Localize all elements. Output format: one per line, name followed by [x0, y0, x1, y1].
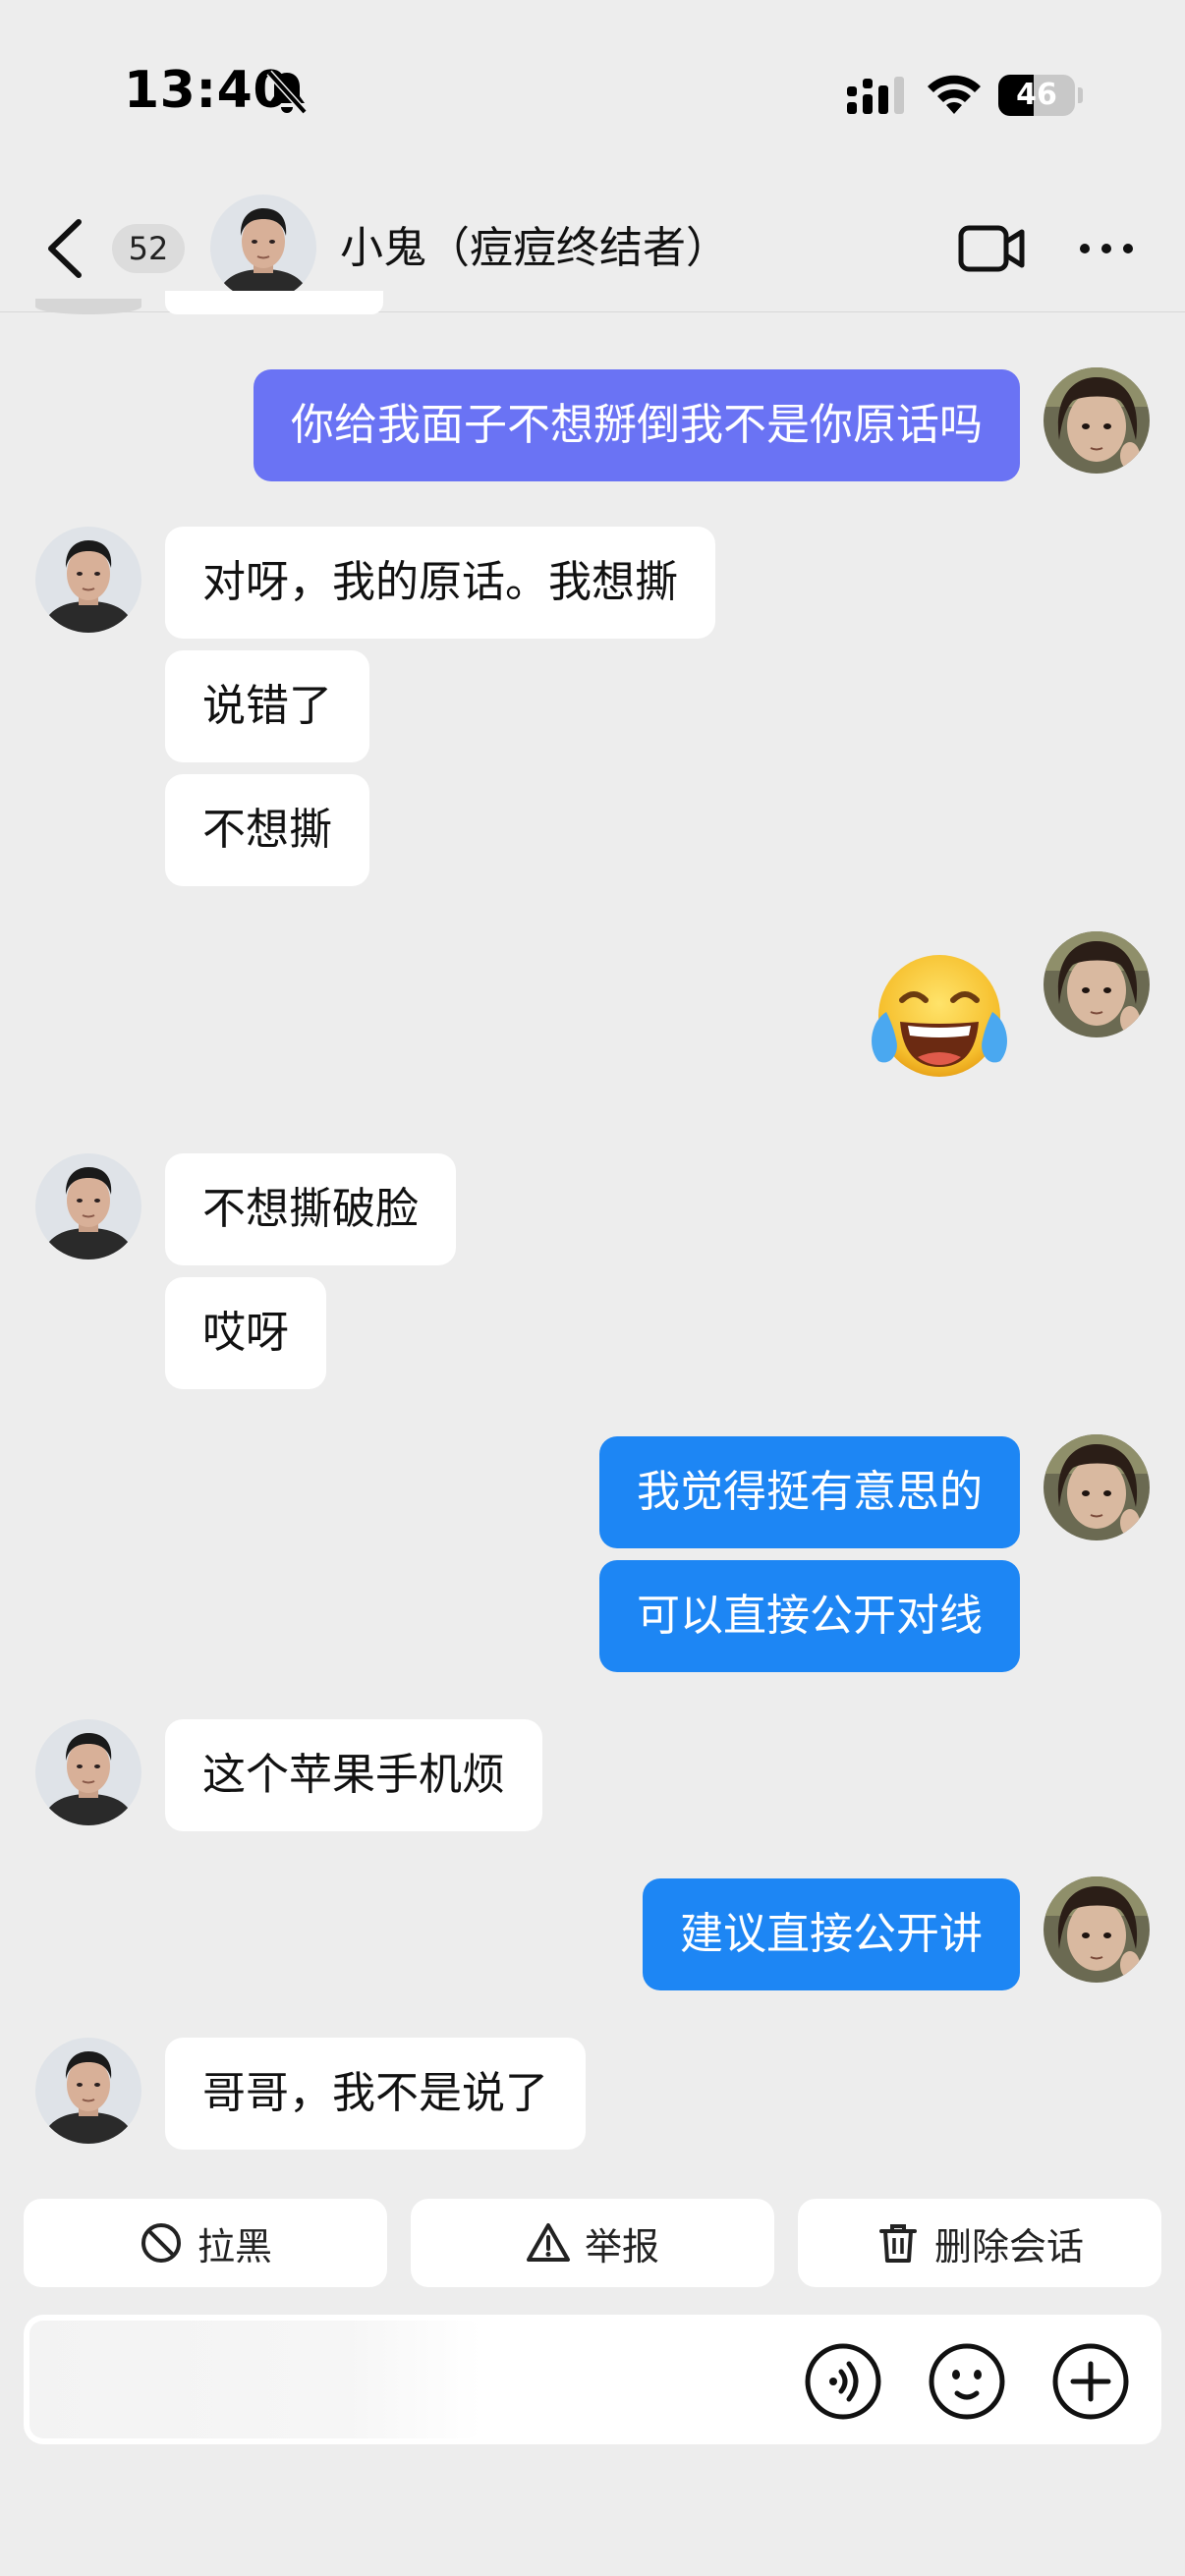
- emoji-icon[interactable]: [928, 2342, 1006, 2421]
- wifi-icon: [928, 75, 981, 114]
- face-with-tears-of-joy-emoji[interactable]: [867, 951, 1012, 1089]
- bell-off-icon: [266, 70, 308, 115]
- cellular-signal-icon: [847, 77, 904, 114]
- unread-count-badge[interactable]: 52: [112, 224, 185, 273]
- outgoing-message-bubble[interactable]: 你给我面子不想掰倒我不是你原话吗: [254, 369, 1020, 481]
- outgoing-message-bubble[interactable]: 可以直接公开对线: [599, 1560, 1020, 1672]
- trash-icon: [878, 2224, 917, 2263]
- outgoing-message-bubble[interactable]: 建议直接公开讲: [643, 1878, 1020, 1990]
- contact-avatar[interactable]: [35, 1719, 141, 1825]
- block-icon: [141, 2223, 181, 2263]
- delete-conversation-label: 删除会话: [933, 2224, 1084, 2268]
- contact-avatar[interactable]: [35, 2038, 141, 2144]
- contact-avatar[interactable]: [210, 195, 316, 301]
- voice-icon[interactable]: [804, 2342, 882, 2421]
- block-button[interactable]: 拉黑: [24, 2199, 387, 2287]
- incoming-message-bubble[interactable]: 哎呀: [165, 1277, 326, 1389]
- status-time: 13:40: [124, 61, 290, 120]
- message-input[interactable]: [24, 2315, 790, 2444]
- contact-name[interactable]: 小鬼（痘痘终结者）: [340, 216, 729, 281]
- my-avatar[interactable]: [1044, 1434, 1150, 1540]
- battery-indicator: 46: [998, 75, 1083, 116]
- back-chevron-icon[interactable]: [43, 216, 86, 281]
- message-composer: [24, 2315, 1161, 2444]
- my-avatar[interactable]: [1044, 1876, 1150, 1983]
- incoming-message-bubble[interactable]: 哥哥，我不是说了: [165, 2038, 586, 2150]
- incoming-message-bubble[interactable]: 不想撕: [165, 774, 369, 886]
- video-call-icon[interactable]: [957, 218, 1028, 279]
- incoming-message-bubble[interactable]: 不想撕破脸: [165, 1153, 456, 1265]
- status-bar: 13:40 46: [0, 0, 1185, 187]
- my-avatar[interactable]: [1044, 367, 1150, 474]
- contact-avatar[interactable]: [35, 1153, 141, 1260]
- contact-avatar[interactable]: [35, 527, 141, 633]
- delete-conversation-button[interactable]: 删除会话: [798, 2199, 1161, 2287]
- clipped-contact-avatar: [35, 299, 141, 314]
- clipped-message-bubble: [165, 291, 383, 314]
- report-button[interactable]: 举报: [411, 2199, 774, 2287]
- incoming-message-bubble[interactable]: 对呀，我的原话。我想撕: [165, 527, 715, 639]
- battery-percentage: 46: [1016, 78, 1057, 112]
- my-avatar[interactable]: [1044, 931, 1150, 1037]
- block-label: 拉黑: [197, 2224, 272, 2268]
- plus-icon[interactable]: [1051, 2342, 1130, 2421]
- warning-icon: [526, 2223, 570, 2262]
- more-options-icon[interactable]: [1077, 234, 1136, 263]
- incoming-message-bubble[interactable]: 这个苹果手机烦: [165, 1719, 542, 1831]
- outgoing-message-bubble[interactable]: 我觉得挺有意思的: [599, 1436, 1020, 1548]
- report-label: 举报: [584, 2224, 659, 2268]
- incoming-message-bubble[interactable]: 说错了: [165, 650, 369, 762]
